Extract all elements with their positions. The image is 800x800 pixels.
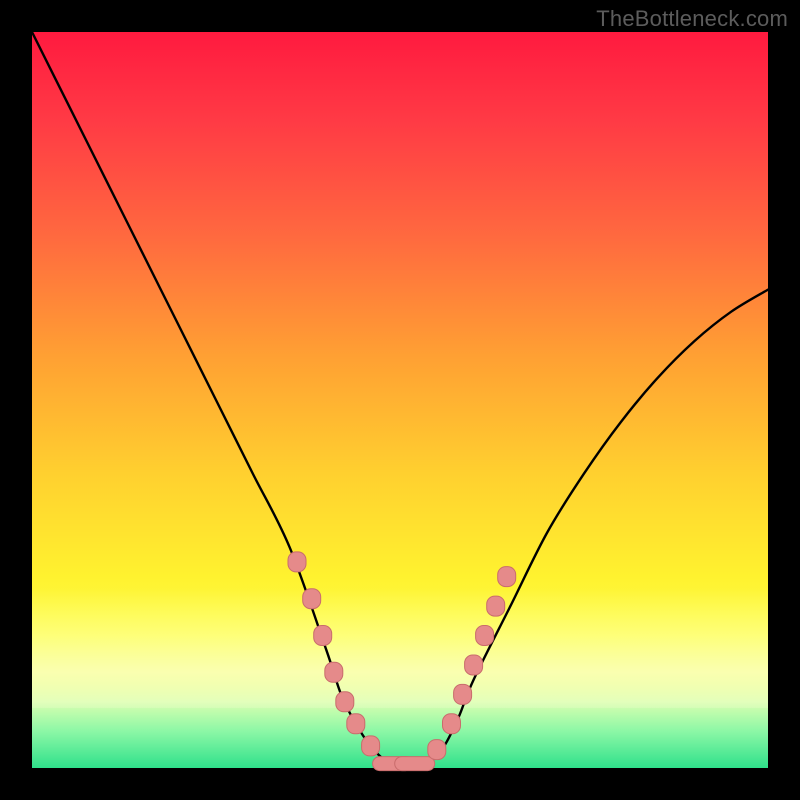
bottleneck-curve bbox=[32, 32, 768, 769]
chart-frame: TheBottleneck.com bbox=[0, 0, 800, 800]
curve-marker bbox=[476, 626, 494, 646]
curve-marker bbox=[325, 662, 343, 682]
curve-marker bbox=[465, 655, 483, 675]
curve-svg bbox=[32, 32, 768, 768]
curve-marker bbox=[288, 552, 306, 572]
curve-marker bbox=[362, 736, 380, 756]
curve-marker bbox=[395, 757, 435, 771]
curve-marker bbox=[498, 567, 516, 587]
curve-marker bbox=[314, 626, 332, 646]
curve-marker bbox=[487, 596, 505, 616]
curve-marker bbox=[454, 684, 472, 704]
marker-layer bbox=[288, 552, 516, 771]
source-credit: TheBottleneck.com bbox=[596, 6, 788, 32]
curve-marker bbox=[347, 714, 365, 734]
curve-marker bbox=[336, 692, 354, 712]
curve-marker bbox=[443, 714, 461, 734]
curve-marker bbox=[428, 740, 446, 760]
plot-area bbox=[32, 32, 768, 768]
curve-marker bbox=[303, 589, 321, 609]
